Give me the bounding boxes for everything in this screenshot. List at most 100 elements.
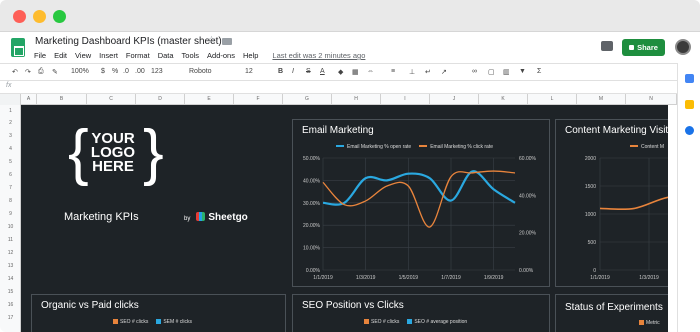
column-header[interactable]: N <box>626 94 677 105</box>
comment-icon[interactable] <box>601 41 613 51</box>
last-edit-link[interactable]: Last edit was 2 minutes ago <box>272 51 365 60</box>
undo-icon[interactable]: ↶ <box>12 68 18 76</box>
column-header[interactable]: F <box>234 94 283 105</box>
row-header[interactable]: 2 <box>0 120 21 126</box>
bold-button[interactable]: B <box>278 68 283 75</box>
menu-view[interactable]: View <box>75 51 91 60</box>
star-icon[interactable]: ☆ <box>207 35 216 46</box>
fill-color-icon[interactable]: ◆ <box>338 68 343 76</box>
maximize-window-button[interactable] <box>53 10 66 23</box>
filter-icon[interactable]: ▼ <box>519 68 526 75</box>
row-header[interactable]: 14 <box>0 276 21 282</box>
menu-edit[interactable]: Edit <box>54 51 67 60</box>
column-header[interactable]: J <box>430 94 479 105</box>
row-header[interactable]: 3 <box>0 133 21 139</box>
y-left-tick-label: 40.00% <box>303 178 321 184</box>
email-marketing-chart[interactable]: Email Marketing Email Marketing % open r… <box>292 119 550 287</box>
text-wrap-icon[interactable]: ↵ <box>425 68 431 76</box>
row-header[interactable]: 12 <box>0 250 21 256</box>
chart-title: SEO Position vs Clicks <box>302 300 404 311</box>
tasks-icon[interactable] <box>685 126 694 135</box>
row-header[interactable]: 15 <box>0 289 21 295</box>
column-header[interactable]: K <box>479 94 528 105</box>
zoom-select[interactable]: 100% <box>71 68 89 75</box>
column-header[interactable]: C <box>87 94 136 105</box>
row-header[interactable]: 9 <box>0 211 21 217</box>
share-button[interactable]: Share <box>622 39 665 56</box>
organic-vs-paid-chart[interactable]: Organic vs Paid clicks SEO # clicks SEM … <box>31 294 286 332</box>
redo-icon[interactable]: ↷ <box>25 68 31 76</box>
folder-icon[interactable] <box>222 38 232 45</box>
legend-swatch <box>113 319 118 324</box>
content-marketing-chart[interactable]: Content Marketing Visito Content M 0 500 1… <box>555 119 668 287</box>
menu-tools[interactable]: Tools <box>182 51 200 60</box>
vertical-align-icon[interactable]: ⊥ <box>409 68 415 76</box>
font-size-select[interactable]: 12 <box>245 68 253 75</box>
font-select[interactable]: Roboto <box>189 68 212 75</box>
menu-format[interactable]: Format <box>126 51 150 60</box>
row-header[interactable]: 10 <box>0 224 21 230</box>
functions-icon[interactable]: Σ <box>537 68 541 75</box>
row-header[interactable]: 5 <box>0 159 21 165</box>
paint-format-icon[interactable]: ✎ <box>52 68 58 76</box>
close-window-button[interactable] <box>13 10 26 23</box>
column-header[interactable]: G <box>283 94 332 105</box>
more-formats-select[interactable]: 123 <box>151 68 163 75</box>
x-tick-label: 1/3/2019 <box>356 275 376 281</box>
menu-addons[interactable]: Add-ons <box>207 51 235 60</box>
row-header[interactable]: 1 <box>0 108 21 114</box>
right-brace-glyph: } <box>143 118 164 187</box>
y-left-tick-label: 20.00% <box>303 223 321 229</box>
seo-position-chart[interactable]: SEO Position vs Clicks SEO # clicks SEO … <box>292 294 550 332</box>
content-chart-plot: 0 500 1000 1500 2000 1/1/2019 1/3/2019 <box>585 156 668 281</box>
column-header[interactable]: H <box>332 94 381 105</box>
row-header[interactable]: 13 <box>0 263 21 269</box>
column-header[interactable]: L <box>528 94 577 105</box>
row-header[interactable]: 6 <box>0 172 21 178</box>
insert-comment-icon[interactable]: ▢ <box>488 68 495 76</box>
row-header[interactable]: 7 <box>0 185 21 191</box>
column-header[interactable]: A <box>21 94 37 105</box>
logo-text: YOUR LOGO HERE <box>84 131 142 174</box>
column-header[interactable]: E <box>185 94 234 105</box>
print-icon[interactable]: ⎙ <box>38 68 44 76</box>
horizontal-align-icon[interactable]: ≡ <box>391 68 395 75</box>
select-all-corner[interactable] <box>0 94 21 105</box>
borders-icon[interactable]: ▦ <box>352 68 359 76</box>
column-header[interactable]: D <box>136 94 185 105</box>
y-left-tick-label: 30.00% <box>303 201 321 207</box>
menu-insert[interactable]: Insert <box>99 51 118 60</box>
document-title[interactable]: Marketing Dashboard KPIs (master sheet) <box>35 36 222 47</box>
row-header[interactable]: 17 <box>0 315 21 321</box>
row-header[interactable]: 11 <box>0 237 21 243</box>
text-color-button[interactable]: A <box>320 68 325 75</box>
row-header[interactable]: 16 <box>0 302 21 308</box>
column-header[interactable]: I <box>381 94 430 105</box>
status-of-experiments-chart[interactable]: Status of Experiments Metric <box>555 294 668 332</box>
currency-format-button[interactable]: $ <box>101 68 105 75</box>
menu-help[interactable]: Help <box>243 51 258 60</box>
text-rotation-icon[interactable]: ↗ <box>441 68 447 76</box>
italic-button[interactable]: I <box>292 68 294 75</box>
keep-icon[interactable] <box>685 100 694 109</box>
decrease-decimals-button[interactable]: .0 <box>123 68 129 75</box>
merge-cells-icon[interactable]: ⇔ <box>367 68 374 75</box>
avatar[interactable] <box>675 39 691 55</box>
brand-name: Sheetgo <box>208 212 248 223</box>
insert-link-icon[interactable]: ∞ <box>472 68 477 75</box>
row-header[interactable]: 4 <box>0 146 21 152</box>
sheets-logo-icon[interactable] <box>11 38 25 57</box>
column-header[interactable]: B <box>37 94 87 105</box>
calendar-icon[interactable] <box>685 74 694 83</box>
minimize-window-button[interactable] <box>33 10 46 23</box>
strikethrough-button[interactable]: S <box>306 68 311 75</box>
row-header[interactable]: 8 <box>0 198 21 204</box>
column-header[interactable]: M <box>577 94 626 105</box>
formula-bar[interactable]: fx <box>0 81 677 94</box>
menu-data[interactable]: Data <box>158 51 174 60</box>
menu-file[interactable]: File <box>34 51 46 60</box>
sheetgo-logo-icon <box>196 212 206 221</box>
percent-format-button[interactable]: % <box>112 68 118 75</box>
insert-chart-icon[interactable]: ▥ <box>503 68 510 76</box>
increase-decimals-button[interactable]: .00 <box>135 68 145 75</box>
